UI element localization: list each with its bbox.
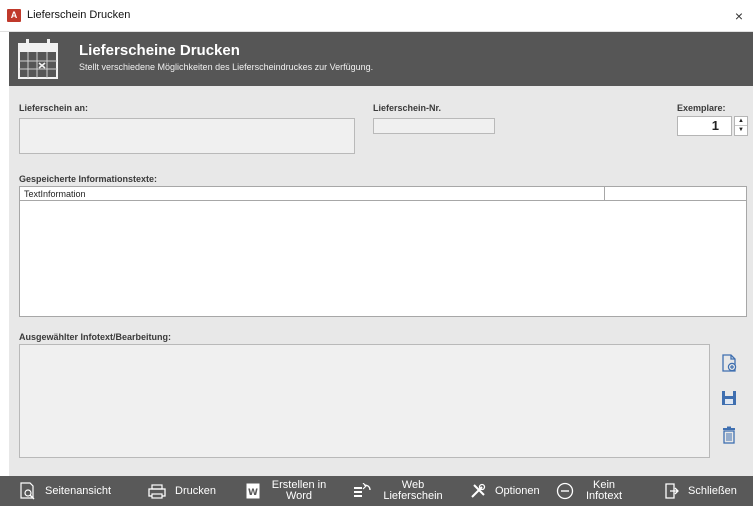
svg-text:W: W bbox=[248, 488, 258, 498]
web-document-icon bbox=[354, 483, 371, 497]
close-label: Schließen bbox=[688, 484, 737, 497]
header-banner: Lieferscheine Drucken Stellt verschieden… bbox=[9, 32, 753, 86]
delete-icon[interactable] bbox=[721, 426, 737, 444]
recipient-label: Lieferschein an: bbox=[19, 103, 89, 113]
printer-icon bbox=[148, 484, 166, 499]
web-delivery-button[interactable]: Web Lieferschein bbox=[353, 476, 446, 506]
page-preview-label: Seitenansicht bbox=[45, 484, 112, 497]
column-header-textinformation[interactable]: TextInformation bbox=[24, 189, 86, 199]
copies-stepper[interactable]: ▲ ▼ bbox=[734, 116, 748, 136]
close-button[interactable]: Schließen bbox=[665, 476, 737, 506]
access-app-icon: A bbox=[7, 9, 21, 22]
create-in-word-label: Erstellen in Word bbox=[271, 479, 327, 502]
column-divider[interactable] bbox=[604, 187, 605, 201]
print-button[interactable]: Drucken bbox=[148, 476, 216, 506]
header-title: Lieferscheine Drucken bbox=[79, 42, 240, 59]
main-content: Lieferschein an: Lieferschein-Nr. Exempl… bbox=[9, 86, 753, 476]
selected-infotext-label: Ausgewählter Infotext/Bearbeitung: bbox=[19, 332, 172, 342]
word-icon: W bbox=[246, 483, 260, 499]
window-titlebar: A Lieferschein Drucken × bbox=[0, 0, 753, 32]
header-subtitle: Stellt verschiedene Möglichkeiten des Li… bbox=[79, 62, 374, 72]
exit-icon bbox=[665, 483, 679, 499]
tools-icon bbox=[471, 483, 486, 498]
bottom-toolbar: Seitenansicht Drucken W Erstellen in Wor… bbox=[0, 476, 753, 506]
calendar-icon bbox=[18, 39, 58, 79]
copies-label: Exemplare: bbox=[677, 103, 726, 113]
spin-up-button[interactable]: ▲ bbox=[735, 117, 747, 126]
create-in-word-button[interactable]: W Erstellen in Word bbox=[246, 476, 329, 506]
new-document-icon[interactable] bbox=[721, 354, 737, 372]
minus-circle-icon bbox=[556, 482, 574, 500]
print-label: Drucken bbox=[175, 484, 216, 497]
options-label: Optionen bbox=[495, 484, 540, 497]
infotext-editor[interactable] bbox=[19, 344, 710, 458]
saved-texts-table[interactable]: TextInformation bbox=[19, 186, 747, 317]
recipient-field[interactable] bbox=[19, 118, 355, 154]
no-infotext-button[interactable]: Kein Infotext bbox=[556, 476, 625, 506]
options-button[interactable]: Optionen bbox=[470, 476, 540, 506]
close-window-button[interactable]: × bbox=[729, 6, 749, 26]
table-header: TextInformation bbox=[20, 187, 746, 201]
page-preview-button[interactable]: Seitenansicht bbox=[20, 476, 111, 506]
window-title: Lieferschein Drucken bbox=[27, 9, 131, 21]
saved-texts-label: Gespeicherte Informationstexte: bbox=[19, 174, 158, 184]
delivery-number-label: Lieferschein-Nr. bbox=[373, 103, 442, 113]
page-preview-icon bbox=[20, 482, 35, 500]
spin-down-button[interactable]: ▼ bbox=[735, 126, 747, 135]
delivery-number-field[interactable] bbox=[373, 118, 495, 134]
no-infotext-label: Kein Infotext bbox=[585, 479, 623, 502]
save-icon[interactable] bbox=[721, 389, 737, 407]
web-delivery-label: Web Lieferschein bbox=[383, 479, 443, 502]
copies-input[interactable]: 1 bbox=[677, 116, 732, 136]
